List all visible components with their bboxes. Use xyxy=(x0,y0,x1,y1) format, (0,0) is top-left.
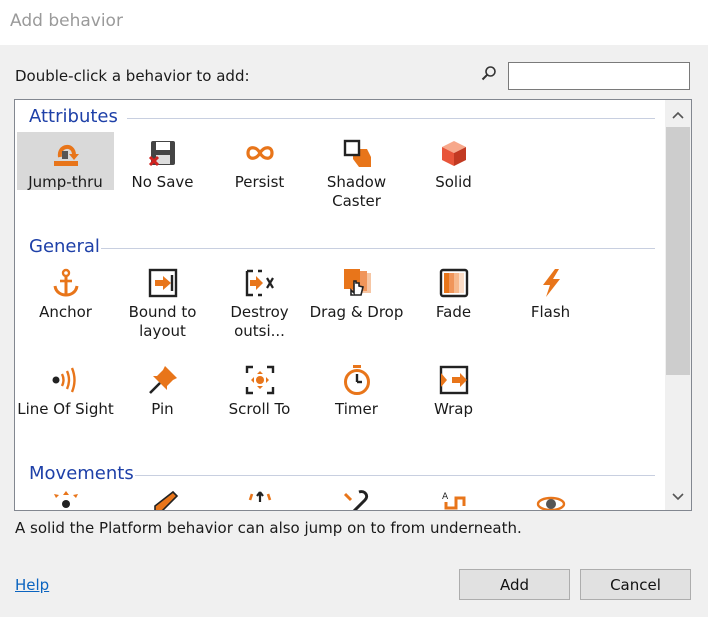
behavior-description: A solid the Platform behavior can also j… xyxy=(15,519,522,537)
chevron-down-icon xyxy=(672,493,684,501)
group-header-general: General xyxy=(29,236,655,260)
group-label: General xyxy=(29,236,100,257)
physics-icon xyxy=(536,496,565,510)
behavior-label: Shadow Caster xyxy=(326,173,387,210)
group-header-attributes: Attributes xyxy=(29,106,655,130)
svg-text:A: A xyxy=(442,492,449,502)
behavior-label: Flash xyxy=(530,303,571,321)
pin-icon xyxy=(148,366,177,394)
drag-drop-icon xyxy=(343,269,371,296)
behavior-label: Drag & Drop xyxy=(309,303,404,321)
behavior-item-pathfinding[interactable]: A xyxy=(405,483,502,510)
solid-icon xyxy=(441,141,466,166)
scroll-up-button[interactable] xyxy=(665,104,691,126)
behavior-item-anchor[interactable]: Anchor xyxy=(17,262,114,322)
behavior-item-bound-to-layout[interactable]: Bound to layout xyxy=(114,262,211,341)
behavior-label: Anchor xyxy=(39,303,92,321)
pathfinding-icon: A xyxy=(442,492,465,510)
persist-icon xyxy=(245,146,274,160)
group-divider xyxy=(101,248,655,249)
destroy-outside-icon xyxy=(245,269,274,297)
behavior-label: No Save xyxy=(131,173,194,191)
behavior-label: Bound to layout xyxy=(128,303,197,340)
behavior-item-scroll-to[interactable]: Scroll To xyxy=(211,359,308,419)
scroll-to-icon xyxy=(245,365,274,395)
window-title: Add behavior xyxy=(10,11,123,31)
behavior-label: Pin xyxy=(151,400,174,418)
anchor-icon xyxy=(53,268,78,297)
behavior-item-line-of-sight[interactable]: Line Of Sight xyxy=(17,359,114,419)
behavior-label: Line Of Sight xyxy=(17,400,114,418)
line-of-sight-icon xyxy=(52,367,76,393)
flash-icon xyxy=(542,269,560,297)
scroll-down-button[interactable] xyxy=(665,486,691,508)
behavior-label: Persist xyxy=(234,173,285,191)
jump-thru-icon xyxy=(53,145,79,166)
timer-icon xyxy=(343,365,370,395)
behavior-item-wrap[interactable]: Wrap xyxy=(405,359,502,419)
help-link[interactable]: Help xyxy=(15,576,49,594)
wrap-icon xyxy=(439,365,468,395)
behavior-item-no-save[interactable]: No Save xyxy=(114,132,211,192)
behavior-item-drag-drop[interactable]: Drag & Drop xyxy=(308,262,405,322)
behavior-item-bullet[interactable] xyxy=(114,483,211,510)
behavior-item-physics[interactable] xyxy=(502,483,599,510)
group-label: Movements xyxy=(29,463,134,484)
search-input[interactable] xyxy=(508,62,690,90)
behavior-item-custom[interactable] xyxy=(308,483,405,510)
movement-8dir-icon xyxy=(53,491,78,508)
behavior-label: Timer xyxy=(335,400,378,418)
fade-icon xyxy=(439,268,468,298)
add-button[interactable]: Add xyxy=(459,569,570,600)
bound-to-layout-icon xyxy=(148,268,177,298)
behavior-item-8-direction[interactable] xyxy=(17,483,114,510)
shadow-caster-icon xyxy=(343,139,371,167)
search-icon xyxy=(481,66,496,81)
behavior-item-fade[interactable]: Fade xyxy=(405,262,502,322)
bullet-icon xyxy=(153,490,178,510)
behavior-label: Fade xyxy=(435,303,472,321)
behavior-item-solid[interactable]: Solid xyxy=(405,132,502,192)
group-divider xyxy=(127,118,655,119)
behavior-item-timer[interactable]: Timer xyxy=(308,359,405,419)
no-save-icon xyxy=(148,141,175,167)
behavior-list[interactable]: Attributes Jump-thru No Save Persist Sha… xyxy=(14,99,692,511)
group-divider xyxy=(135,475,655,476)
instruction-text: Double-click a behavior to add: xyxy=(15,67,250,85)
behavior-item-shadow-caster[interactable]: Shadow Caster xyxy=(308,132,405,211)
vertical-scrollbar[interactable] xyxy=(665,100,691,510)
behavior-item-pin[interactable]: Pin xyxy=(114,359,211,419)
car-icon xyxy=(248,491,271,502)
scroll-thumb[interactable] xyxy=(666,127,690,375)
behavior-label: Destroy outsi... xyxy=(230,303,289,340)
behavior-label: Wrap xyxy=(433,400,474,418)
group-label: Attributes xyxy=(29,106,118,127)
chevron-up-icon xyxy=(672,111,684,119)
behavior-item-persist[interactable]: Persist xyxy=(211,132,308,192)
behavior-label: Jump-thru xyxy=(28,173,103,191)
custom-movement-icon xyxy=(343,490,368,510)
behavior-label: Scroll To xyxy=(228,400,291,418)
title-bar: Add behavior xyxy=(0,0,708,45)
behavior-item-jump-thru[interactable]: Jump-thru xyxy=(17,132,114,191)
cancel-button[interactable]: Cancel xyxy=(580,569,691,600)
behavior-label: Solid xyxy=(435,173,472,191)
behavior-item-car[interactable] xyxy=(211,483,308,510)
behavior-item-flash[interactable]: Flash xyxy=(502,262,599,322)
behavior-item-destroy-outside[interactable]: Destroy outsi... xyxy=(211,262,308,341)
